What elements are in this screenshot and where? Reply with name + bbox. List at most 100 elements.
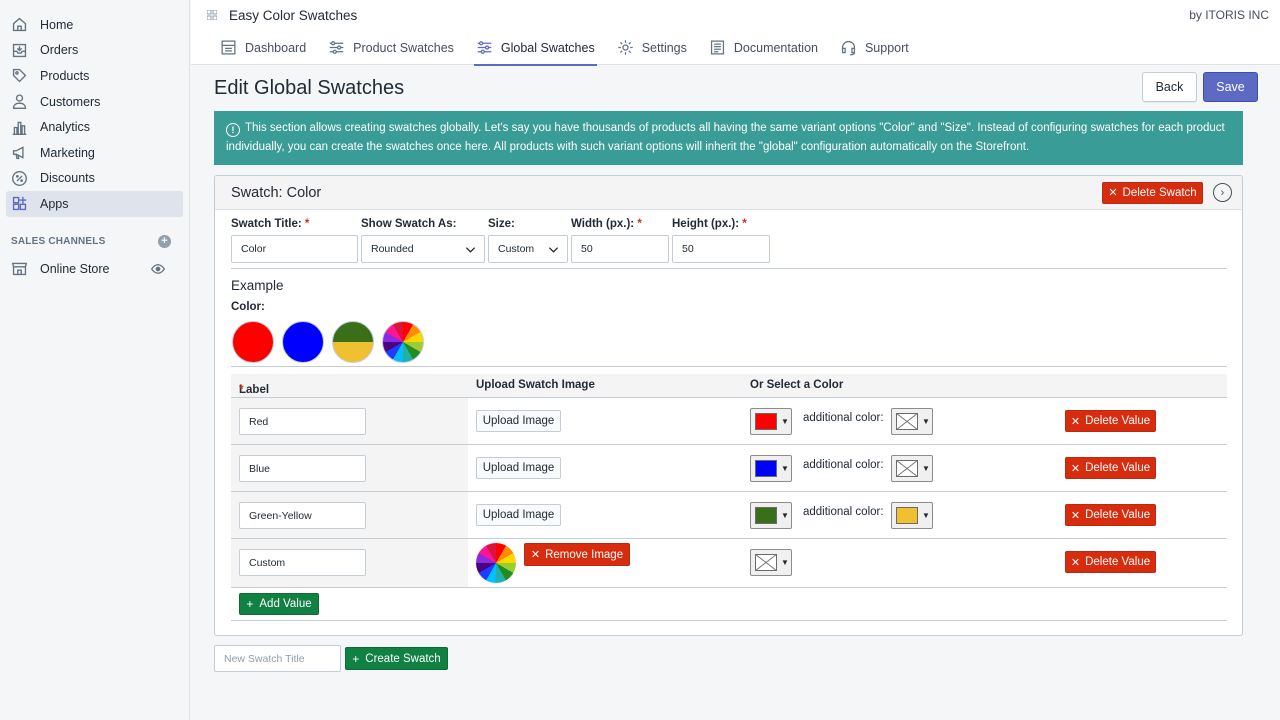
additional-color-picker[interactable]: ▼ <box>891 455 933 482</box>
color-picker[interactable]: ▼ <box>750 549 792 576</box>
info-text: This section allows creating swatches gl… <box>226 122 1225 153</box>
size-field: Size: Custom <box>488 218 568 263</box>
dropdown-arrow-icon: ▼ <box>922 417 930 426</box>
tab-support[interactable]: Support <box>838 30 911 65</box>
sidebar-item-products[interactable]: Products <box>6 63 183 89</box>
divider <box>231 620 1227 621</box>
upload-image-button[interactable]: Upload Image <box>476 504 561 526</box>
sidebar-item-online-store[interactable]: Online Store <box>6 256 183 282</box>
value-label-input[interactable]: Custom <box>239 549 366 576</box>
example-swatch-red <box>232 321 274 363</box>
upload-image-button[interactable]: Upload Image <box>476 457 561 479</box>
app-grid-icon <box>207 10 217 20</box>
tab-product-swatches[interactable]: Product Swatches <box>326 30 456 65</box>
table-row: Custom ✕ Remove Image ▼ ✕ Delete Value <box>231 539 1227 588</box>
add-channel-icon[interactable]: + <box>158 234 171 248</box>
delete-value-button[interactable]: ✕ Delete Value <box>1065 457 1156 479</box>
gear-icon <box>617 40 633 55</box>
show-swatch-as-select[interactable]: Rounded <box>361 235 485 263</box>
swatch-title-input[interactable]: Color <box>231 235 358 263</box>
dropdown-arrow-icon: ▼ <box>781 511 789 520</box>
sidebar-item-orders[interactable]: Orders <box>6 38 183 64</box>
sales-channels-heading: SALES CHANNELS + <box>11 234 171 248</box>
additional-color-picker[interactable]: ▼ <box>891 408 933 435</box>
additional-color-picker[interactable]: ▼ <box>891 502 933 529</box>
dropdown-arrow-icon: ▼ <box>781 464 789 473</box>
example-swatch-custom <box>382 321 424 363</box>
sidebar-item-discounts[interactable]: Discounts <box>6 166 183 192</box>
save-button[interactable]: Save <box>1203 72 1258 102</box>
close-icon: ✕ <box>1070 556 1081 569</box>
info-banner: ! This section allows creating swatches g… <box>214 111 1243 165</box>
sidebar-item-customers[interactable]: Customers <box>6 89 183 115</box>
values-table-header: Label * Upload Swatch Image Or Select a … <box>231 374 1227 398</box>
sidebar-item-marketing[interactable]: Marketing <box>6 140 183 166</box>
chevron-down-icon <box>465 246 476 253</box>
upload-image-button[interactable]: Upload Image <box>476 410 561 432</box>
bar-chart-icon <box>10 118 28 136</box>
size-select[interactable]: Custom <box>488 235 568 263</box>
tab-settings[interactable]: Settings <box>615 30 689 65</box>
new-swatch-title-input[interactable] <box>214 645 341 672</box>
tab-global-swatches[interactable]: Global Swatches <box>473 30 597 66</box>
sidebar-item-label: Orders <box>40 43 79 58</box>
create-swatch-button[interactable]: + Create Swatch <box>345 647 448 670</box>
color-picker[interactable]: ▼ <box>750 455 792 482</box>
sidebar-item-label: Apps <box>40 196 69 211</box>
additional-color-label: additional color: <box>803 412 884 424</box>
height-input[interactable]: 50 <box>672 235 770 263</box>
sidebar-item-label: Customers <box>40 94 101 109</box>
back-button[interactable]: Back <box>1142 72 1197 102</box>
add-value-button[interactable]: + Add Value <box>239 593 319 615</box>
delete-value-button[interactable]: ✕ Delete Value <box>1065 504 1156 526</box>
dropdown-arrow-icon: ▼ <box>922 511 930 520</box>
divider <box>231 268 1227 269</box>
close-icon: ✕ <box>1108 187 1118 199</box>
person-icon <box>10 93 28 111</box>
megaphone-icon <box>10 144 28 162</box>
no-color-icon <box>755 554 777 571</box>
sidebar-item-label: Products <box>40 68 90 83</box>
no-color-icon <box>896 460 918 477</box>
sidebar-item-label: Analytics <box>40 120 91 135</box>
store-icon <box>10 260 28 278</box>
chevron-right-icon[interactable]: › <box>1213 183 1232 202</box>
discount-icon <box>10 169 28 187</box>
width-input[interactable]: 50 <box>571 235 669 263</box>
home-icon <box>10 16 28 34</box>
value-label-input[interactable]: Blue <box>239 455 366 482</box>
example-swatch-blue <box>282 321 324 363</box>
divider <box>231 366 1227 367</box>
delete-value-button[interactable]: ✕ Delete Value <box>1065 551 1156 573</box>
sidebar-item-apps[interactable]: Apps <box>6 191 183 217</box>
table-row: Green-Yellow Upload Image ▼ additional c… <box>231 492 1227 539</box>
swatch-panel-header: Swatch: Color ✕ Delete Swatch › <box>215 176 1242 210</box>
values-table: Label * Upload Swatch Image Or Select a … <box>231 374 1227 588</box>
plus-icon: + <box>352 651 360 666</box>
remove-image-button[interactable]: ✕ Remove Image <box>524 543 630 566</box>
plus-icon: + <box>246 597 254 611</box>
headset-icon <box>841 40 856 56</box>
additional-color-label: additional color: <box>803 506 884 518</box>
tab-documentation[interactable]: Documentation <box>707 30 820 65</box>
delete-value-button[interactable]: ✕ Delete Value <box>1065 410 1156 432</box>
close-icon: ✕ <box>1070 509 1081 522</box>
example-swatch-green-yellow <box>332 321 374 363</box>
tab-dashboard[interactable]: Dashboard <box>218 30 308 65</box>
color-picker[interactable]: ▼ <box>750 502 792 529</box>
color-picker[interactable]: ▼ <box>750 408 792 435</box>
dashboard-icon <box>221 40 236 55</box>
dropdown-arrow-icon: ▼ <box>922 464 930 473</box>
eye-icon[interactable] <box>151 262 165 276</box>
delete-swatch-button[interactable]: ✕ Delete Swatch <box>1102 181 1203 204</box>
table-row: Blue Upload Image ▼ additional color: ▼ … <box>231 445 1227 492</box>
no-color-icon <box>896 413 918 430</box>
value-label-input[interactable]: Red <box>239 408 366 435</box>
color-preview <box>755 507 777 524</box>
sidebar-item-analytics[interactable]: Analytics <box>6 114 183 140</box>
value-label-input[interactable]: Green-Yellow <box>239 502 366 529</box>
chevron-down-icon <box>548 246 559 253</box>
sidebar-item-home[interactable]: Home <box>6 12 183 38</box>
page-title: Edit Global Swatches <box>214 77 405 99</box>
show-swatch-as-field: Show Swatch As: Rounded <box>361 218 485 263</box>
